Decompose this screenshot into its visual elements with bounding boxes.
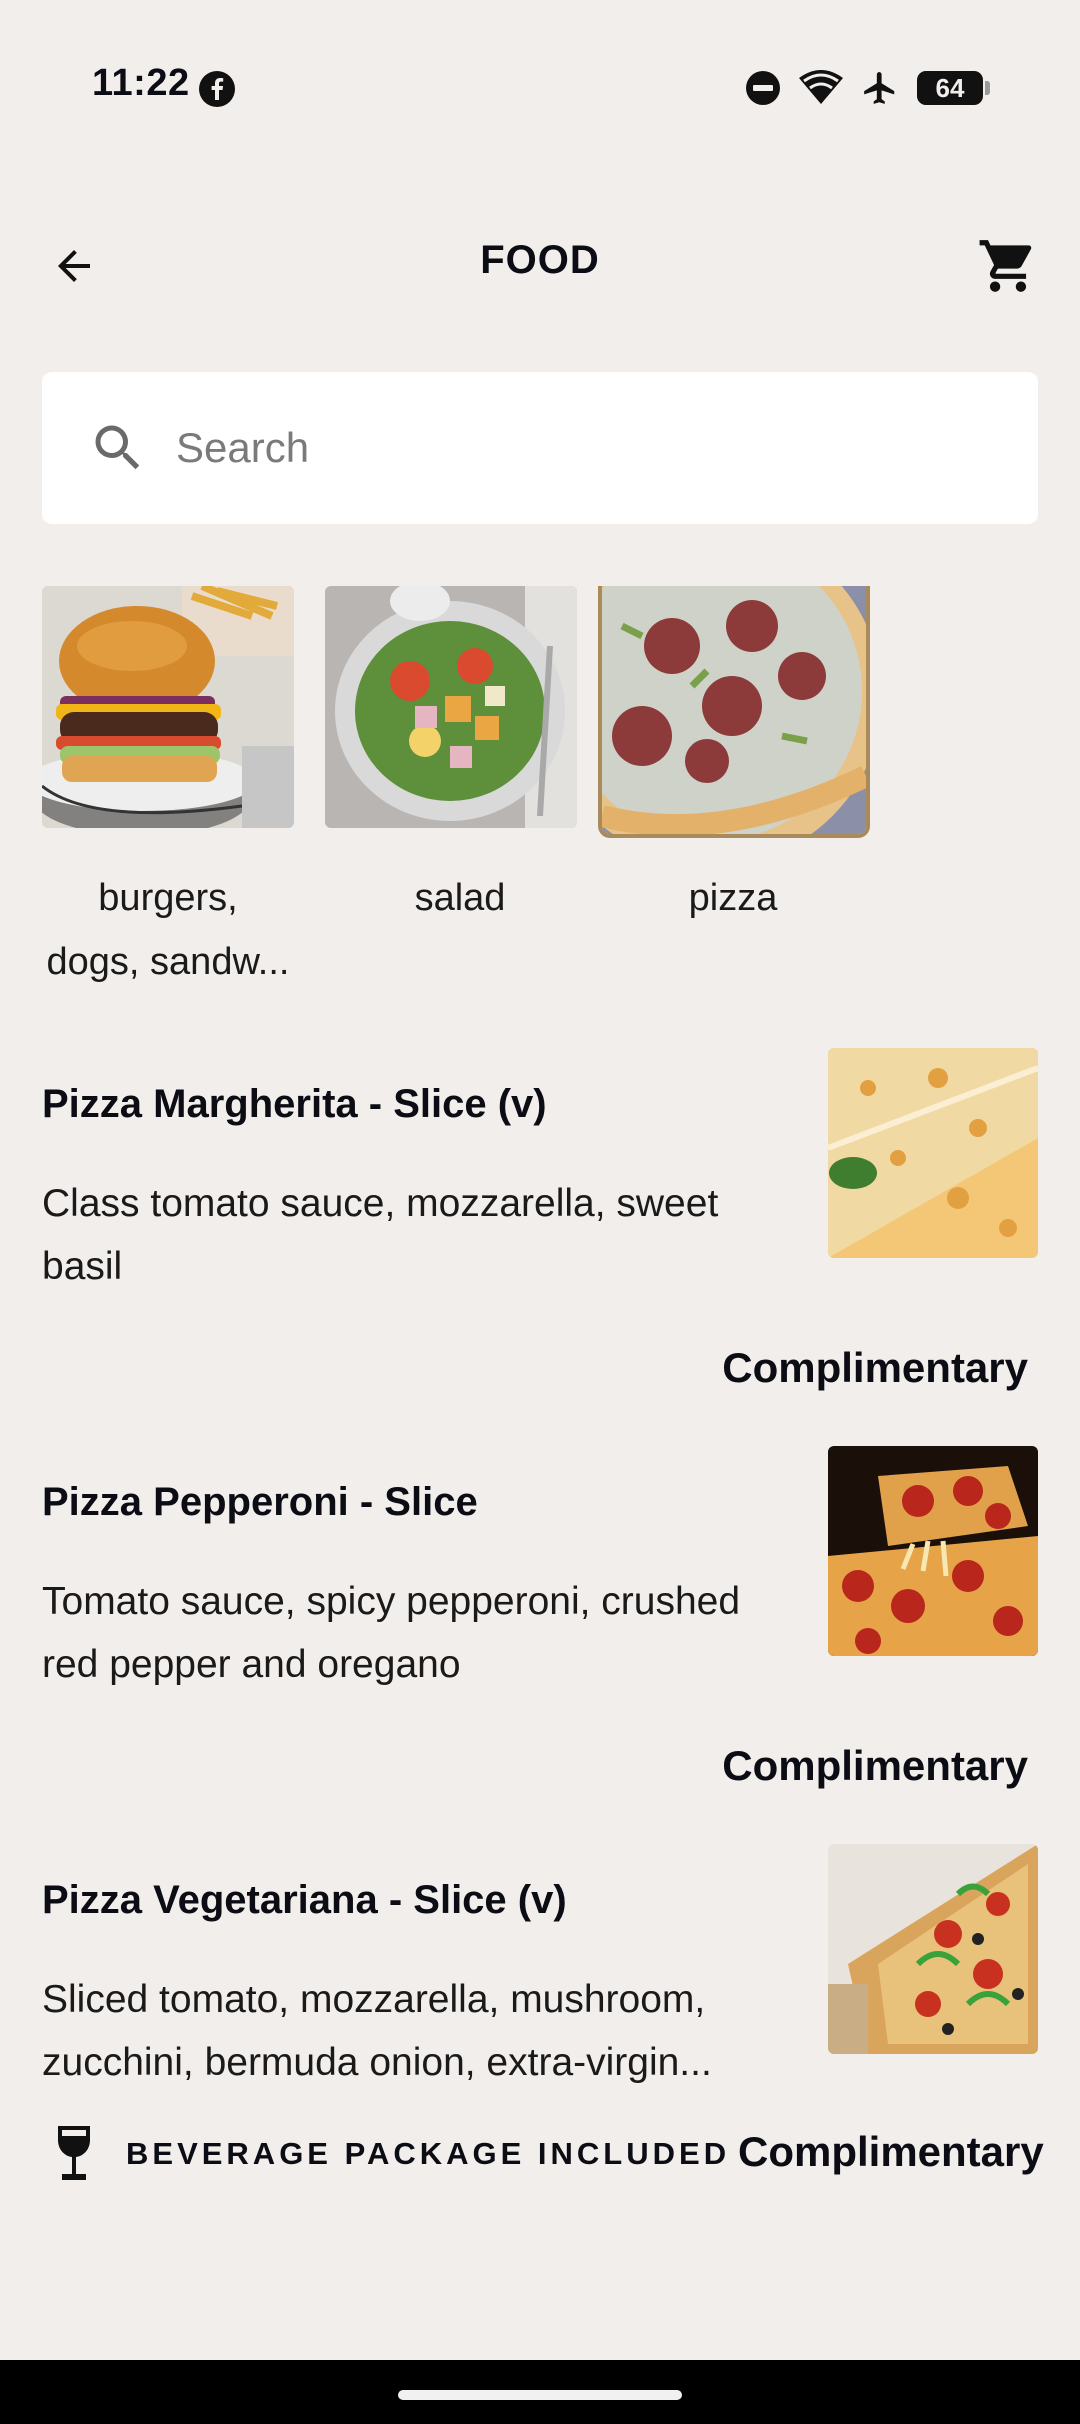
item-name: Pizza Pepperoni - Slice (42, 1480, 478, 1524)
search-box[interactable] (42, 372, 1038, 524)
item-price: Complimentary (722, 1742, 1028, 1789)
status-bar: 11:22 64 (0, 0, 1080, 175)
category-image-pizza (598, 586, 870, 838)
wine-glass-icon (58, 2126, 90, 2180)
facebook-icon (199, 71, 235, 107)
category-label-burgers: burgers, dogs, sandw... (46, 877, 290, 983)
airplane-icon (864, 72, 895, 104)
beverage-package-text: BEVERAGE PACKAGE INCLUDED (126, 2136, 731, 2171)
menu-item[interactable]: Pizza Vegetariana - Slice (v) Sliced tom… (42, 1844, 1038, 2118)
menu-item[interactable]: Pizza Margherita - Slice (v) Class tomat… (42, 1048, 1038, 1402)
item-price: Complimentary (738, 2128, 1044, 2175)
menu-item[interactable]: Pizza Pepperoni - Slice Tomato sauce, sp… (42, 1446, 1038, 1800)
item-price: Complimentary (722, 1344, 1028, 1391)
wifi-icon (799, 70, 843, 104)
item-name: Pizza Margherita - Slice (v) (42, 1082, 547, 1126)
shopping-cart-icon (979, 240, 1032, 292)
item-description: Class tomato sauce, mozzarella, sweet ba… (42, 1182, 719, 1288)
category-label-salad: salad (414, 877, 506, 919)
food-menu-screen: 11:22 64 FOOD Search burgers, dogs, sand… (0, 0, 1080, 2424)
beverage-package-banner: BEVERAGE PACKAGE INCLUDED Complimentary (0, 2120, 1080, 2260)
category-image-salad (325, 586, 577, 828)
category-burgers[interactable]: burgers, dogs, sandw... (42, 586, 312, 994)
app-header: FOOD (0, 200, 1080, 330)
item-name: Pizza Vegetariana - Slice (v) (42, 1878, 567, 1922)
search-icon (95, 425, 140, 470)
home-indicator[interactable] (398, 2390, 682, 2400)
item-description: Tomato sauce, spicy pepperoni, crushed r… (42, 1580, 741, 1686)
item-image (828, 1048, 1038, 1258)
page-title: FOOD (480, 238, 600, 282)
battery-icon: 64 (917, 71, 990, 105)
category-pizza[interactable]: pizza (598, 586, 870, 930)
do-not-disturb-icon (746, 71, 780, 105)
item-image (828, 1844, 1038, 2054)
category-image-burgers (42, 586, 294, 828)
search-input[interactable] (176, 372, 996, 524)
item-description: Sliced tomato, mozzarella, mushroom, zuc… (42, 1978, 712, 2084)
status-icons: 64 (745, 66, 990, 110)
item-image (828, 1446, 1038, 1656)
category-carousel[interactable]: burgers, dogs, sandw... salad pizza (0, 586, 1080, 986)
cart-button[interactable] (970, 228, 1046, 304)
category-salad[interactable]: salad (325, 586, 595, 930)
status-time: 11:22 (92, 62, 190, 104)
battery-level: 64 (917, 71, 983, 105)
category-label-pizza: pizza (688, 877, 778, 919)
